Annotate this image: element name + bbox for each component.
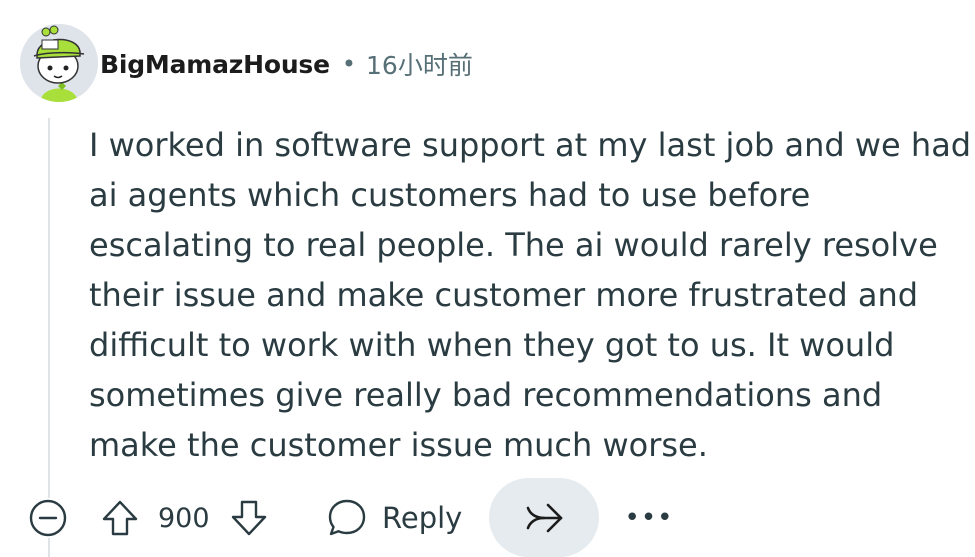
avatar[interactable]: [20, 24, 98, 102]
share-button[interactable]: [489, 478, 599, 557]
ellipsis-icon: •••: [624, 503, 674, 533]
reply-label: Reply: [382, 501, 463, 535]
reply-button[interactable]: Reply: [322, 496, 466, 540]
share-arrow-icon: [526, 503, 563, 532]
comment-body-line: their issue and make customer more frust…: [89, 276, 919, 314]
meta-separator: •: [341, 50, 357, 78]
timestamp[interactable]: 16小时前: [366, 46, 473, 82]
comment-body: I worked in software support at my last …: [89, 120, 972, 470]
vote-score: 900: [158, 503, 210, 534]
comment-body-line: make the customer issue much worse.: [89, 426, 708, 464]
comment-body-line: sometimes give really bad recommendation…: [89, 376, 883, 414]
username[interactable]: BigMamazHouse: [100, 50, 330, 79]
more-options-button[interactable]: •••: [625, 500, 673, 536]
comment-body-line: I worked in software support at my last …: [89, 126, 972, 164]
comment-action-bar: 900 Reply •••: [0, 478, 975, 557]
comment-body-line: difficult to work with when they got to …: [89, 326, 895, 364]
avatar-image: [20, 24, 98, 102]
upvote-button[interactable]: [100, 498, 140, 538]
minus-circle-icon: [29, 499, 67, 537]
arrow-down-icon: [231, 500, 267, 536]
collapse-button[interactable]: [28, 498, 68, 538]
comment-header: BigMamazHouse • 16小时前: [100, 44, 473, 84]
comment-body-line: escalating to real people. The ai would …: [89, 226, 938, 264]
downvote-button[interactable]: [229, 498, 269, 538]
arrow-up-icon: [102, 500, 138, 536]
speech-bubble-icon: [328, 499, 366, 536]
comment-body-line: ai agents which customers had to use bef…: [89, 176, 811, 214]
